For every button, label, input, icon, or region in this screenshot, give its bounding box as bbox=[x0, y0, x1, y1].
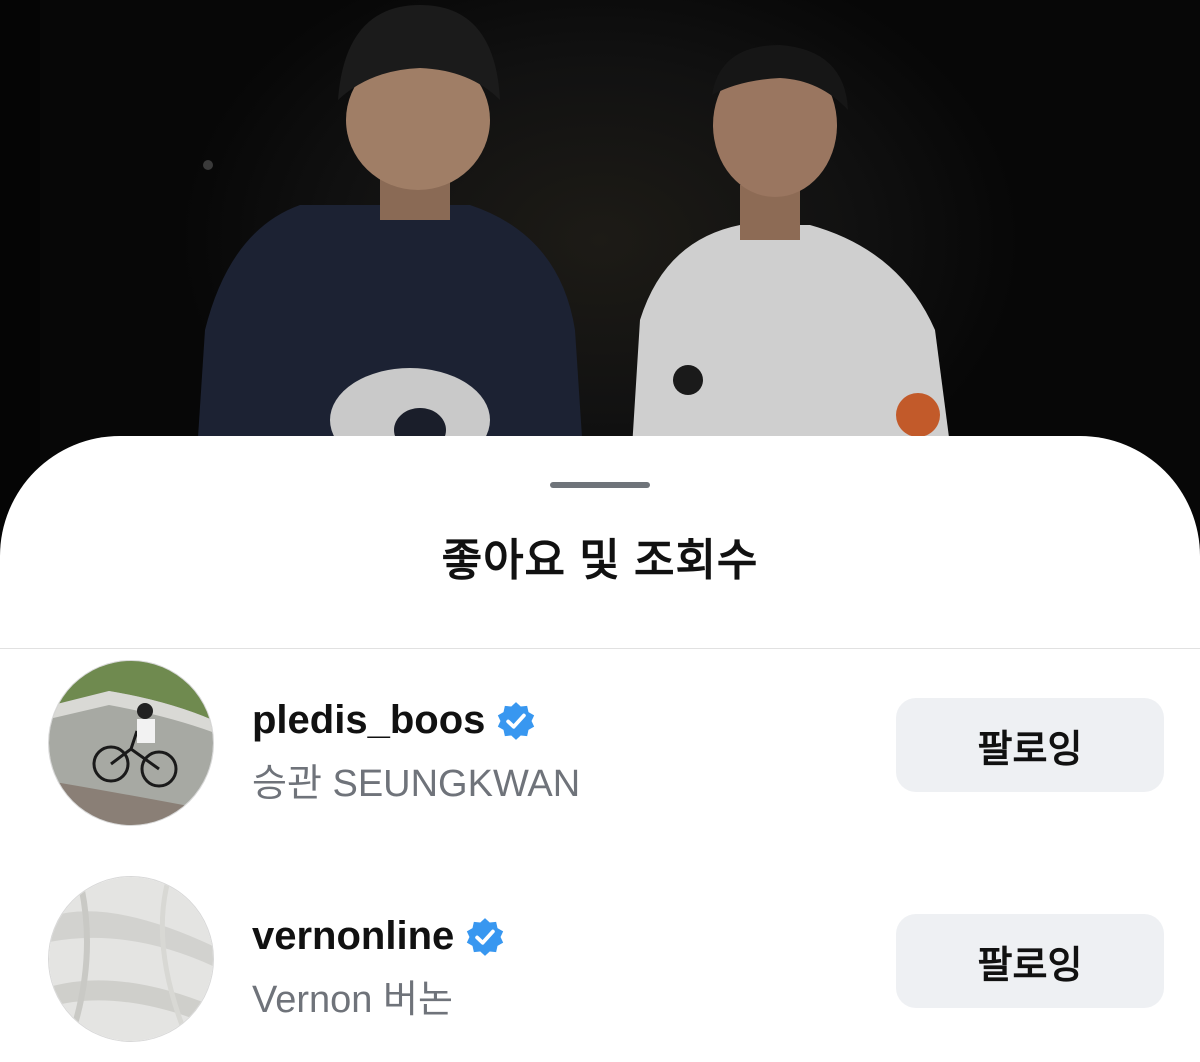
full-name: Vernon 버논 bbox=[252, 979, 453, 1021]
username-line: pledis_boos bbox=[252, 698, 537, 743]
likes-views-sheet: 좋아요 및 조회수 pledis_boos 승관 SEUNGKWAN 팔로잉 v… bbox=[0, 436, 1200, 1062]
username[interactable]: vernonline bbox=[252, 914, 454, 959]
full-name: 승관 SEUNGKWAN bbox=[252, 763, 581, 805]
user-row[interactable]: vernonline Vernon 버논 팔로잉 bbox=[0, 876, 1200, 1046]
avatar-fabric-image bbox=[49, 877, 213, 1041]
avatar[interactable] bbox=[48, 660, 214, 826]
verified-badge-icon bbox=[467, 917, 504, 956]
following-button[interactable]: 팔로잉 bbox=[896, 698, 1164, 792]
avatar[interactable] bbox=[48, 876, 214, 1042]
divider bbox=[0, 648, 1200, 649]
verified-badge-icon bbox=[498, 701, 535, 740]
username[interactable]: pledis_boos bbox=[252, 698, 485, 743]
sheet-grabber[interactable] bbox=[550, 482, 650, 488]
username-line: vernonline bbox=[252, 914, 506, 959]
sheet-title: 좋아요 및 조회수 bbox=[441, 536, 759, 585]
following-button[interactable]: 팔로잉 bbox=[896, 914, 1164, 1008]
screen: 좋아요 및 조회수 pledis_boos 승관 SEUNGKWAN 팔로잉 v… bbox=[0, 0, 1200, 1062]
avatar-cyclist-image bbox=[49, 661, 213, 825]
user-row[interactable]: pledis_boos 승관 SEUNGKWAN 팔로잉 bbox=[0, 660, 1200, 830]
